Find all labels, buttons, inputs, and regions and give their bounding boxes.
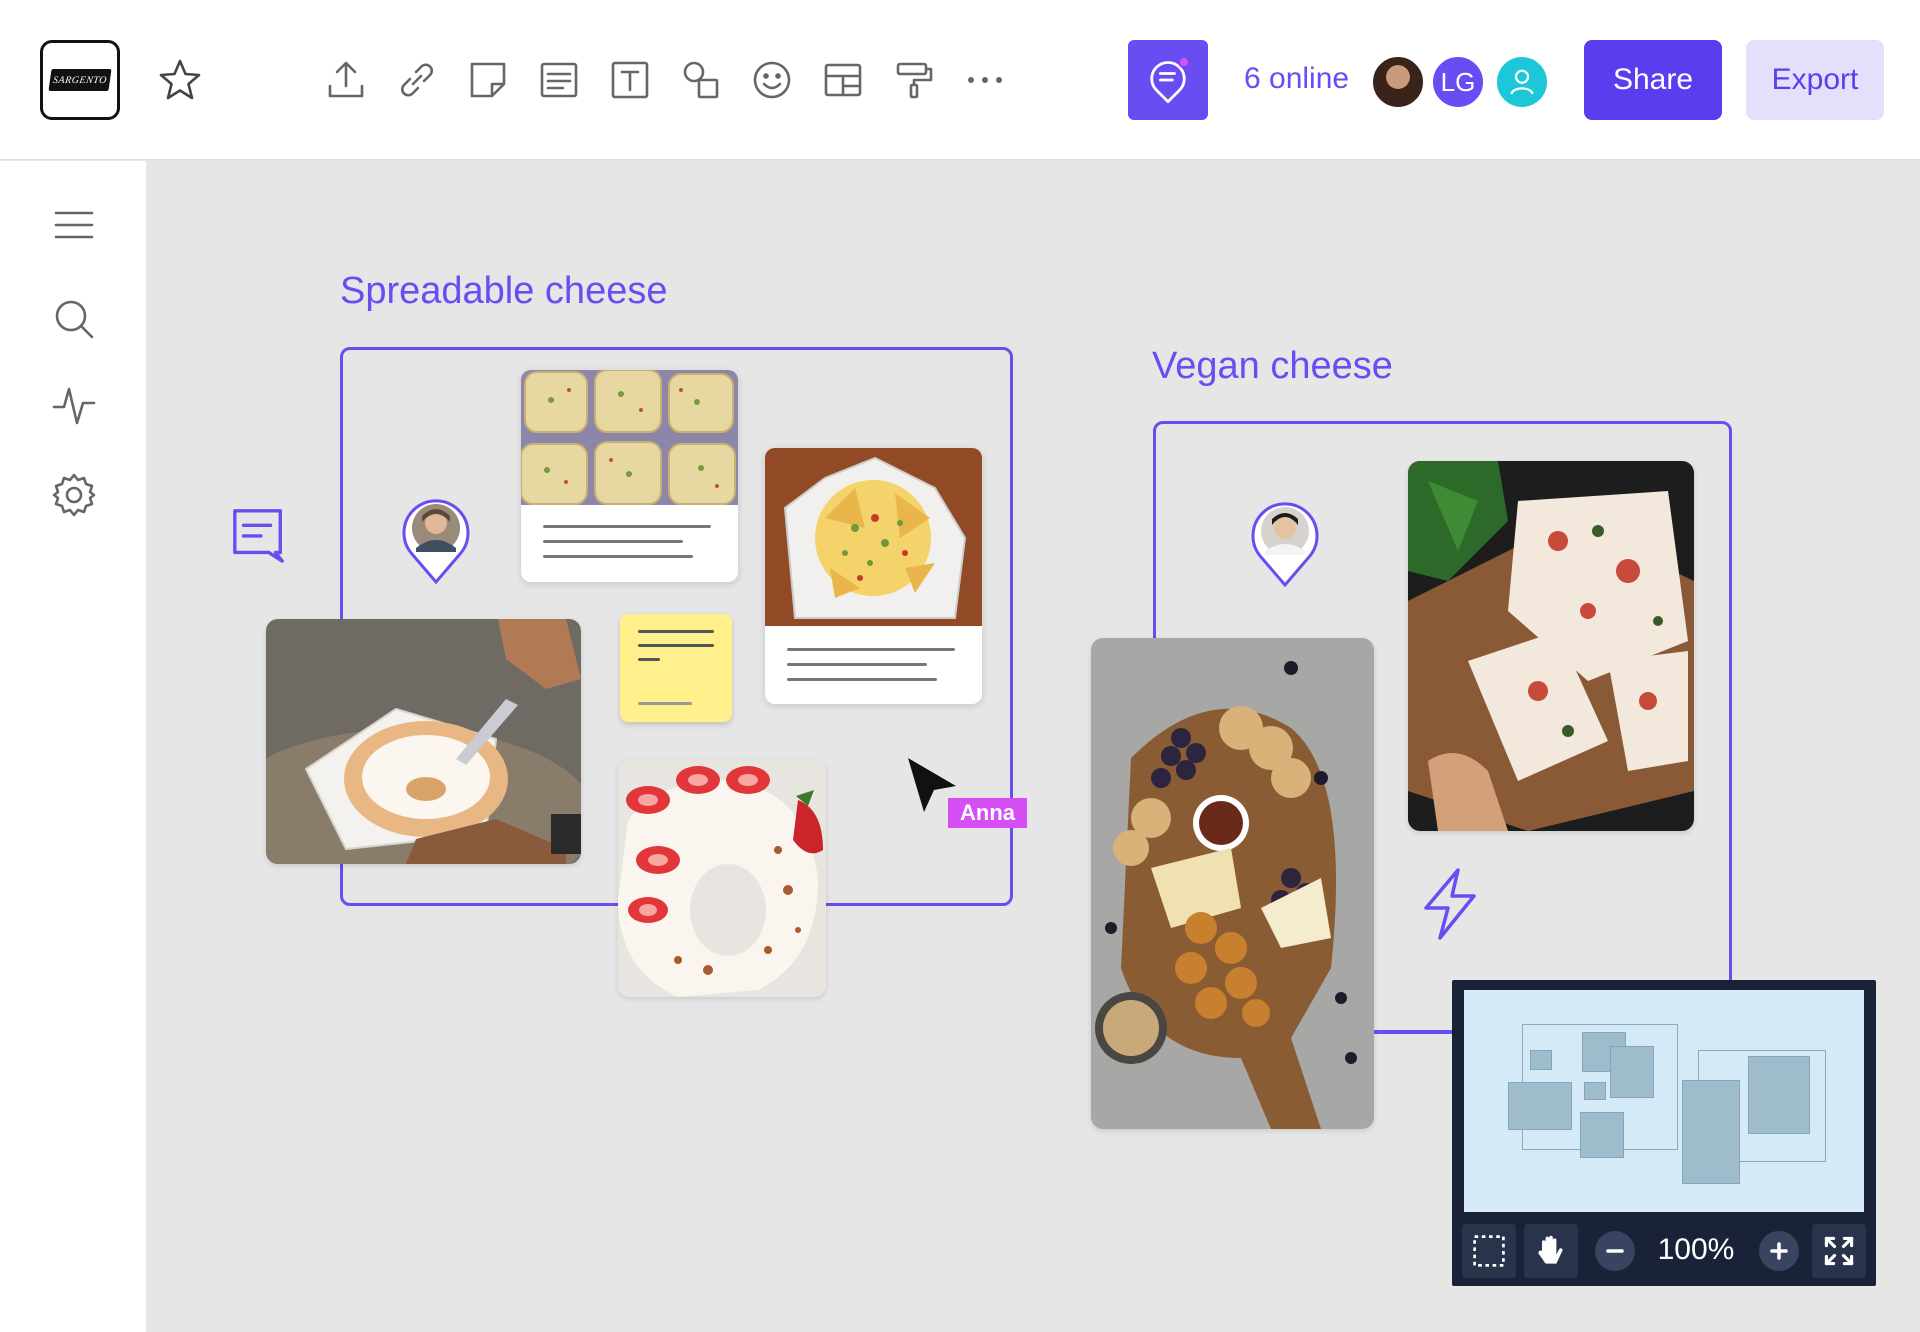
hand-icon — [1538, 1235, 1563, 1264]
card-icon[interactable] — [529, 50, 589, 110]
pan-button[interactable] — [1524, 1224, 1578, 1278]
comments-button[interactable] — [1128, 40, 1208, 120]
location-pin-avatar[interactable] — [1247, 495, 1323, 588]
bagel-spread-photo[interactable] — [266, 619, 581, 864]
sticky-text-line — [638, 630, 714, 633]
shapes-icon[interactable] — [671, 50, 731, 110]
minimap-item — [1530, 1050, 1552, 1070]
minimap: 100% — [1452, 980, 1876, 1286]
zoom-level: 100% — [1657, 1233, 1735, 1266]
sticky-note-icon[interactable] — [458, 50, 518, 110]
select-area-icon — [1473, 1235, 1505, 1267]
strawberry-bagel-photo[interactable] — [618, 760, 826, 997]
upload-icon[interactable] — [316, 50, 376, 110]
user-icon — [1510, 69, 1534, 95]
search-icon[interactable] — [44, 289, 104, 349]
card-text-line — [543, 555, 693, 558]
select-area-button[interactable] — [1462, 1224, 1516, 1278]
sticky-note[interactable] — [620, 614, 732, 722]
table-icon[interactable] — [813, 50, 873, 110]
minimap-item — [1508, 1082, 1572, 1130]
emoji-icon[interactable] — [742, 50, 802, 110]
minimap-item — [1682, 1080, 1740, 1184]
minimap-item — [1580, 1112, 1624, 1158]
sargento-logo: SARGENTO — [48, 69, 112, 91]
frame-title-spreadable[interactable]: Spreadable cheese — [340, 270, 667, 313]
more-icon[interactable] — [955, 50, 1015, 110]
cursor-user-label: Anna — [948, 798, 1027, 828]
activity-icon[interactable] — [44, 375, 104, 435]
garlic-bread-photo — [521, 370, 738, 505]
text-icon[interactable] — [600, 50, 660, 110]
card-text-line — [543, 540, 683, 543]
menu-icon[interactable] — [44, 195, 104, 255]
minimap-viewport[interactable] — [1464, 990, 1864, 1212]
plus-icon — [1770, 1242, 1788, 1260]
vegan-pizza-photo[interactable] — [1408, 461, 1694, 831]
online-count: 6 online — [1244, 62, 1350, 95]
sticky-text-line — [638, 702, 692, 705]
card-text-line — [543, 525, 711, 528]
format-painter-icon[interactable] — [884, 50, 944, 110]
avatar[interactable] — [1370, 54, 1426, 110]
charcuterie-board-photo[interactable] — [1091, 638, 1374, 1129]
frame-border-segment — [1374, 1031, 1454, 1034]
image-card-garlic-bread[interactable] — [521, 370, 738, 582]
minimap-item — [1610, 1046, 1654, 1098]
frame-title-vegan[interactable]: Vegan cheese — [1152, 345, 1393, 388]
location-pin-avatar[interactable] — [398, 492, 474, 585]
fullscreen-icon — [1824, 1236, 1854, 1266]
share-button[interactable]: Share — [1584, 40, 1722, 120]
export-button[interactable]: Export — [1746, 40, 1884, 120]
card-text-line — [787, 678, 937, 681]
nachos-photo — [765, 448, 982, 626]
board-logo[interactable]: SARGENTO — [40, 40, 120, 120]
minimap-item — [1748, 1056, 1810, 1134]
card-text-line — [787, 663, 927, 666]
sticky-text-line — [638, 658, 660, 661]
settings-icon[interactable] — [44, 465, 104, 525]
comment-icon[interactable] — [230, 506, 288, 569]
fit-screen-button[interactable] — [1812, 1224, 1866, 1278]
zoom-out-button[interactable] — [1588, 1224, 1642, 1278]
lightning-icon[interactable] — [1420, 868, 1480, 945]
zoom-in-button[interactable] — [1752, 1224, 1806, 1278]
minimap-item — [1584, 1082, 1606, 1100]
sticky-text-line — [638, 644, 714, 647]
image-card-nachos[interactable] — [765, 448, 982, 704]
avatar-user[interactable] — [1494, 54, 1550, 110]
top-toolbar: SARGENTO 6 online LG Share Export — [0, 0, 1920, 160]
card-text-line — [787, 648, 955, 651]
link-icon[interactable] — [387, 50, 447, 110]
notification-dot — [1178, 56, 1190, 68]
star-icon[interactable] — [150, 50, 210, 110]
minus-icon — [1606, 1249, 1624, 1253]
left-sidebar — [0, 161, 146, 1332]
avatar-initials[interactable]: LG — [1430, 54, 1486, 110]
